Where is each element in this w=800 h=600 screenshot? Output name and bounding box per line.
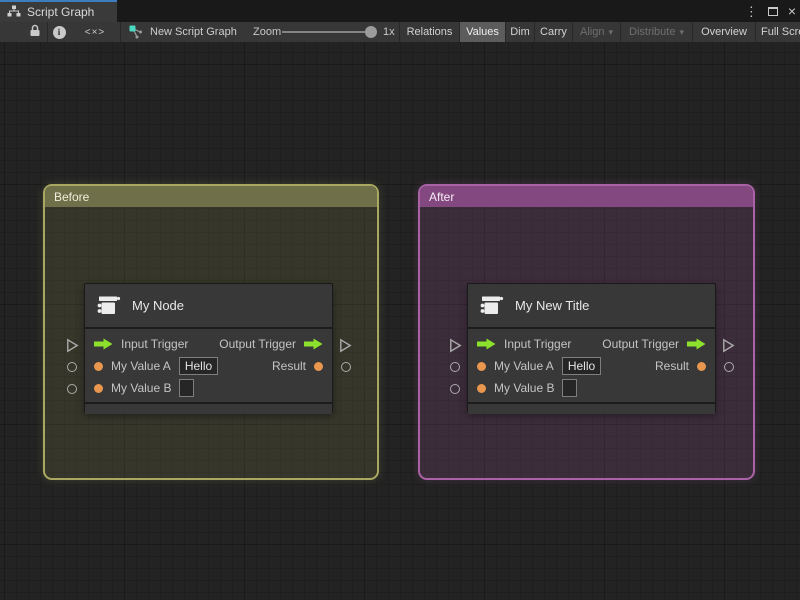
external-value-port[interactable] (450, 384, 460, 394)
exec-output-port-icon[interactable] (304, 338, 323, 350)
overview-button[interactable]: Overview (692, 22, 755, 42)
value-a-field[interactable]: Hello (178, 357, 219, 375)
port-row: My Value B (85, 377, 332, 399)
value-input-port-icon[interactable] (477, 361, 486, 371)
node-title: My New Title (515, 298, 590, 313)
unit-icon (478, 291, 505, 321)
value-input-port-icon[interactable] (94, 383, 103, 393)
node-ports: Input Trigger Output Trigger My Value A … (468, 329, 715, 399)
port-label: Result (271, 359, 306, 373)
info-button[interactable]: i (48, 22, 70, 42)
port-row: Input Trigger Output Trigger (85, 333, 332, 355)
tab-bar: Script Graph ⋮ × (0, 0, 800, 22)
group-before-header[interactable]: Before (45, 186, 377, 207)
zoom-slider-handle[interactable] (365, 26, 377, 38)
unit-icon (95, 291, 122, 321)
value-output-port-icon[interactable] (314, 361, 323, 371)
window-controls: ⋮ × (745, 0, 800, 22)
external-value-port[interactable] (341, 362, 351, 372)
close-icon[interactable]: × (788, 4, 796, 18)
port-label: My Value B (494, 381, 555, 395)
value-input-port-icon[interactable] (94, 361, 103, 371)
external-exec-output-port[interactable] (722, 338, 735, 353)
external-value-port[interactable] (67, 384, 77, 394)
group-label: After (429, 189, 455, 204)
distribute-label: Distribute (629, 26, 676, 38)
chevron-down-icon: ▾ (679, 26, 684, 37)
external-value-port[interactable] (67, 362, 77, 372)
relations-button[interactable]: Relations (399, 22, 459, 42)
new-graph-icon (128, 22, 144, 42)
toolbar-separator (120, 22, 121, 42)
zoom-slider-track[interactable] (282, 31, 370, 33)
external-value-port[interactable] (450, 362, 460, 372)
node-footer (468, 404, 715, 414)
value-output-port-icon[interactable] (697, 361, 706, 371)
script-graph-icon (7, 5, 21, 20)
graph-toolbar: i <×> New Script Graph Zoom 1x Relations… (0, 22, 800, 42)
carry-button[interactable]: Carry (534, 22, 572, 42)
tab-label: Script Graph (27, 5, 95, 19)
graph-canvas[interactable]: Before After My Node Input Trigger Outpu… (0, 42, 800, 600)
port-row: My Value B (468, 377, 715, 399)
port-label: Output Trigger (602, 337, 679, 351)
tab-script-graph[interactable]: Script Graph (0, 0, 117, 22)
external-value-port[interactable] (724, 362, 734, 372)
port-label: My Value A (494, 359, 554, 373)
value-input-port-icon[interactable] (477, 383, 486, 393)
full-screen-button[interactable]: Full Screen (755, 22, 800, 42)
node-footer (85, 404, 332, 414)
node-title: My Node (132, 298, 185, 313)
align-label: Align (580, 26, 605, 38)
values-button[interactable]: Values (459, 22, 505, 42)
port-label: My Value B (111, 381, 172, 395)
value-a-field[interactable]: Hello (561, 357, 602, 375)
node-my-new-title[interactable]: My New Title Input Trigger Output Trigge… (450, 283, 735, 414)
group-after-header[interactable]: After (420, 186, 753, 207)
port-row: My Value A Hello Result (85, 355, 332, 377)
info-icon: i (52, 25, 66, 39)
port-row: Input Trigger Output Trigger (468, 333, 715, 355)
port-row: My Value A Hello Result (468, 355, 715, 377)
exec-input-port-icon[interactable] (477, 338, 496, 350)
dim-button[interactable]: Dim (505, 22, 534, 42)
code-view-button[interactable]: <×> (70, 22, 120, 42)
node-ports: Input Trigger Output Trigger My Value A … (85, 329, 332, 399)
port-label: Input Trigger (121, 337, 189, 351)
align-dropdown[interactable]: Align ▾ (572, 22, 620, 42)
graph-name-label: New Script Graph (150, 26, 237, 38)
zoom-value: 1x (383, 26, 395, 38)
exec-input-port-icon[interactable] (94, 338, 113, 350)
port-label: My Value A (111, 359, 171, 373)
exec-output-port-icon[interactable] (687, 338, 706, 350)
chevron-down-icon: ▾ (608, 26, 613, 37)
port-label: Input Trigger (504, 337, 572, 351)
external-exec-input-port[interactable] (66, 338, 79, 353)
value-b-field[interactable] (179, 379, 195, 397)
external-exec-output-port[interactable] (339, 338, 352, 353)
port-label: Result (654, 359, 689, 373)
port-label: Output Trigger (219, 337, 296, 351)
value-b-field[interactable] (562, 379, 578, 397)
distribute-dropdown[interactable]: Distribute ▾ (620, 22, 692, 42)
group-label: Before (54, 189, 90, 204)
node-header[interactable]: My New Title (468, 284, 715, 327)
external-exec-input-port[interactable] (449, 338, 462, 353)
zoom-label: Zoom (253, 26, 282, 38)
code-view-icon: <×> (84, 26, 106, 38)
lock-button[interactable] (24, 22, 46, 42)
maximize-icon[interactable] (767, 6, 778, 16)
node-header[interactable]: My Node (85, 284, 332, 327)
lock-icon (29, 24, 41, 40)
node-my-node[interactable]: My Node Input Trigger Output Trigger My … (67, 283, 352, 414)
kebab-menu-icon[interactable]: ⋮ (745, 5, 758, 18)
